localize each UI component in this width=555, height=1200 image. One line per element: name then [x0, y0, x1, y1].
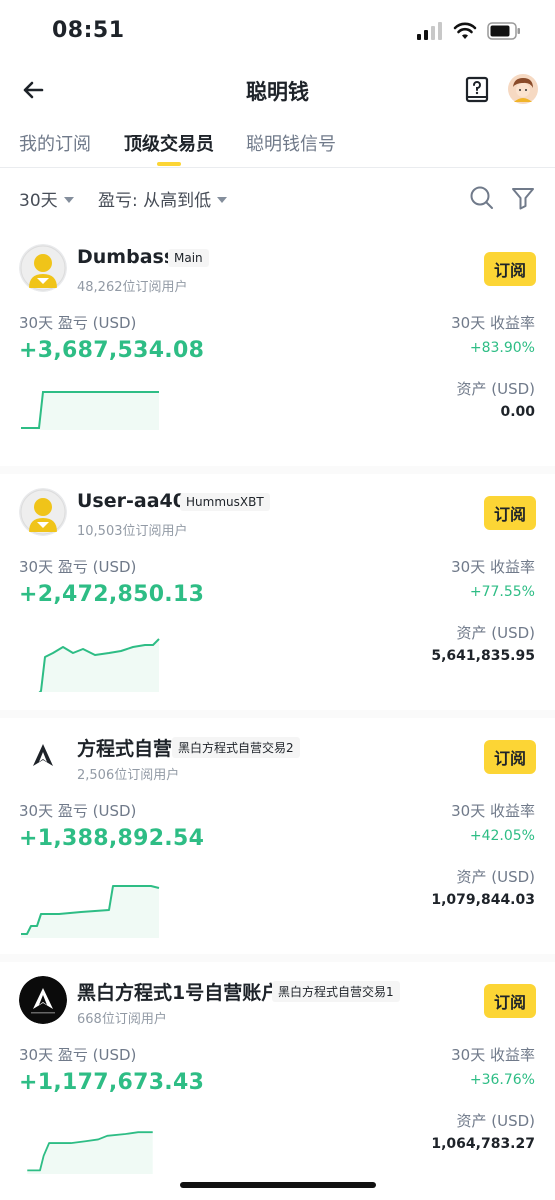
roi-value: +36.76%: [469, 1072, 535, 1088]
tab-top-traders[interactable]: 顶级交易员: [124, 130, 214, 156]
triangle-logo-icon: [19, 976, 67, 1024]
card-divider: [0, 710, 555, 718]
assets-value: 1,079,844.03: [431, 892, 535, 908]
battery-icon: [487, 22, 520, 40]
tab-smart-money-signals[interactable]: 聪明钱信号: [246, 130, 336, 156]
card-divider: [0, 954, 555, 962]
trader-card[interactable]: User-aa40d HummusXBT 10,503位订阅用户 订阅 30天 …: [0, 474, 555, 718]
pnl-label: 30天 盈亏 (USD): [19, 1046, 137, 1064]
assets-value: 0.00: [500, 404, 535, 420]
status-time: 08:51: [52, 18, 125, 43]
trader-tag: Main: [168, 249, 209, 267]
wifi-icon: [453, 22, 477, 39]
pnl-value: +1,388,892.54: [19, 826, 205, 851]
pnl-value: +1,177,673.43: [19, 1070, 205, 1095]
card-divider: [0, 466, 555, 474]
assets-value: 1,064,783.27: [431, 1136, 535, 1152]
period-filter[interactable]: 30天: [19, 186, 74, 211]
trader-tag: HummusXBT: [180, 493, 270, 511]
filter-funnel-icon[interactable]: [509, 184, 537, 212]
default-avatar-icon: [19, 488, 67, 536]
trader-name: 黑白方程式1号自营账户: [77, 982, 281, 1004]
filter-bar: 30天 盈亏: 从高到低: [0, 168, 555, 230]
active-tab-indicator: [157, 162, 181, 166]
trader-tag: 黑白方程式自营交易1: [272, 981, 400, 1002]
subscriber-count: 10,503位订阅用户: [77, 524, 188, 539]
roi-label: 30天 收益率: [451, 558, 535, 576]
roi-value: +83.90%: [469, 340, 535, 356]
assets-label: 资产 (USD): [456, 624, 535, 642]
tab-bar: 我的订阅 顶级交易员 聪明钱信号: [0, 118, 555, 168]
trader-avatar: [19, 488, 67, 536]
assets-label: 资产 (USD): [456, 1112, 535, 1130]
home-indicator: [180, 1182, 376, 1188]
roi-label: 30天 收益率: [451, 802, 535, 820]
pnl-sparkline: [21, 885, 160, 938]
roi-label: 30天 收益率: [451, 314, 535, 332]
assets-value: 5,641,835.95: [431, 648, 535, 664]
subscribe-button[interactable]: 订阅: [484, 984, 536, 1018]
sort-filter[interactable]: 盈亏: 从高到低: [98, 186, 228, 211]
trader-card[interactable]: Dumbass1 Main 48,262位订阅用户 订阅 30天 盈亏 (USD…: [0, 230, 555, 474]
pnl-value: +3,687,534.08: [19, 338, 205, 363]
sort-filter-label: 盈亏: 从高到低: [98, 191, 212, 211]
pnl-label: 30天 盈亏 (USD): [19, 314, 137, 332]
trader-tag: 黑白方程式自营交易2: [172, 737, 300, 758]
help-book-icon[interactable]: [463, 76, 491, 104]
triangle-logo-icon: [19, 732, 67, 780]
chevron-down-icon: [63, 196, 74, 203]
roi-value: +77.55%: [469, 584, 535, 600]
status-icons: [417, 22, 521, 40]
trader-card[interactable]: 方程式自营 黑白方程式自营交易2 2,506位订阅用户 订阅 30天 盈亏 (U…: [0, 718, 555, 962]
nav-bar: 聪明钱: [0, 62, 555, 118]
roi-value: +42.05%: [469, 828, 535, 844]
pnl-sparkline: [27, 1131, 153, 1174]
trader-avatar: [19, 732, 67, 780]
cellular-signal-icon: [417, 22, 442, 40]
pnl-label: 30天 盈亏 (USD): [19, 558, 137, 576]
tab-my-subscriptions[interactable]: 我的订阅: [19, 130, 91, 156]
pnl-sparkline: [21, 391, 159, 430]
assets-label: 资产 (USD): [456, 868, 535, 886]
pnl-sparkline: [38, 638, 160, 692]
search-icon[interactable]: [468, 184, 496, 212]
subscribe-button[interactable]: 订阅: [484, 496, 536, 530]
subscriber-count: 668位订阅用户: [77, 1012, 167, 1027]
status-bar: 08:51: [0, 0, 555, 62]
default-avatar-icon: [19, 244, 67, 292]
pnl-label: 30天 盈亏 (USD): [19, 802, 137, 820]
roi-label: 30天 收益率: [451, 1046, 535, 1064]
period-filter-label: 30天: [19, 191, 58, 211]
subscribe-button[interactable]: 订阅: [484, 740, 536, 774]
subscriber-count: 48,262位订阅用户: [77, 280, 188, 295]
trader-avatar: [19, 976, 67, 1024]
pnl-value: +2,472,850.13: [19, 582, 205, 607]
chevron-down-icon: [217, 196, 228, 203]
trader-avatar: [19, 244, 67, 292]
trader-name: 方程式自营: [77, 738, 173, 760]
subscribe-button[interactable]: 订阅: [484, 252, 536, 286]
assets-label: 资产 (USD): [456, 380, 535, 398]
trader-card[interactable]: 黑白方程式1号自营账户 黑白方程式自营交易1 668位订阅用户 订阅 30天 盈…: [0, 962, 555, 1200]
user-avatar-icon[interactable]: [508, 74, 538, 104]
subscriber-count: 2,506位订阅用户: [77, 768, 180, 783]
